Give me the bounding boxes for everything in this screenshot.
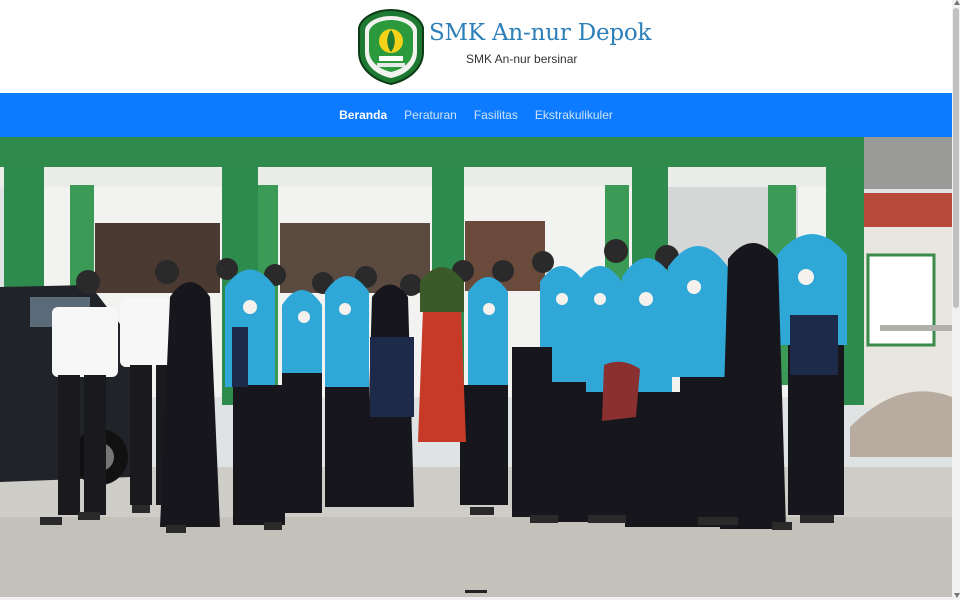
school-crest-logo xyxy=(358,8,424,86)
scroll-down-icon[interactable] xyxy=(953,593,960,598)
nav-item-fasilitas[interactable]: Fasilitas xyxy=(474,108,518,122)
nav-item-ekstrakulikuler[interactable]: Ekstrakulikuler xyxy=(535,108,613,122)
nav-item-peraturan[interactable]: Peraturan xyxy=(404,108,457,122)
site-title[interactable]: SMK An-nur Depok xyxy=(429,20,651,46)
scroll-up-icon[interactable] xyxy=(953,0,960,5)
main-navbar: Beranda Peraturan Fasilitas Ekstrakuliku… xyxy=(0,93,952,137)
group-photo-image xyxy=(0,137,952,597)
vertical-scrollbar[interactable] xyxy=(952,0,960,600)
scrollbar-thumb[interactable] xyxy=(953,8,959,308)
carousel-indicator[interactable] xyxy=(465,590,487,593)
nav-menu: Beranda Peraturan Fasilitas Ekstrakuliku… xyxy=(0,93,952,137)
site-header: SMK An-nur Depok SMK An-nur bersinar xyxy=(0,0,952,93)
nav-item-beranda[interactable]: Beranda xyxy=(339,108,387,122)
hero-group-photo xyxy=(0,137,952,597)
site-tagline: SMK An-nur bersinar xyxy=(466,52,578,66)
